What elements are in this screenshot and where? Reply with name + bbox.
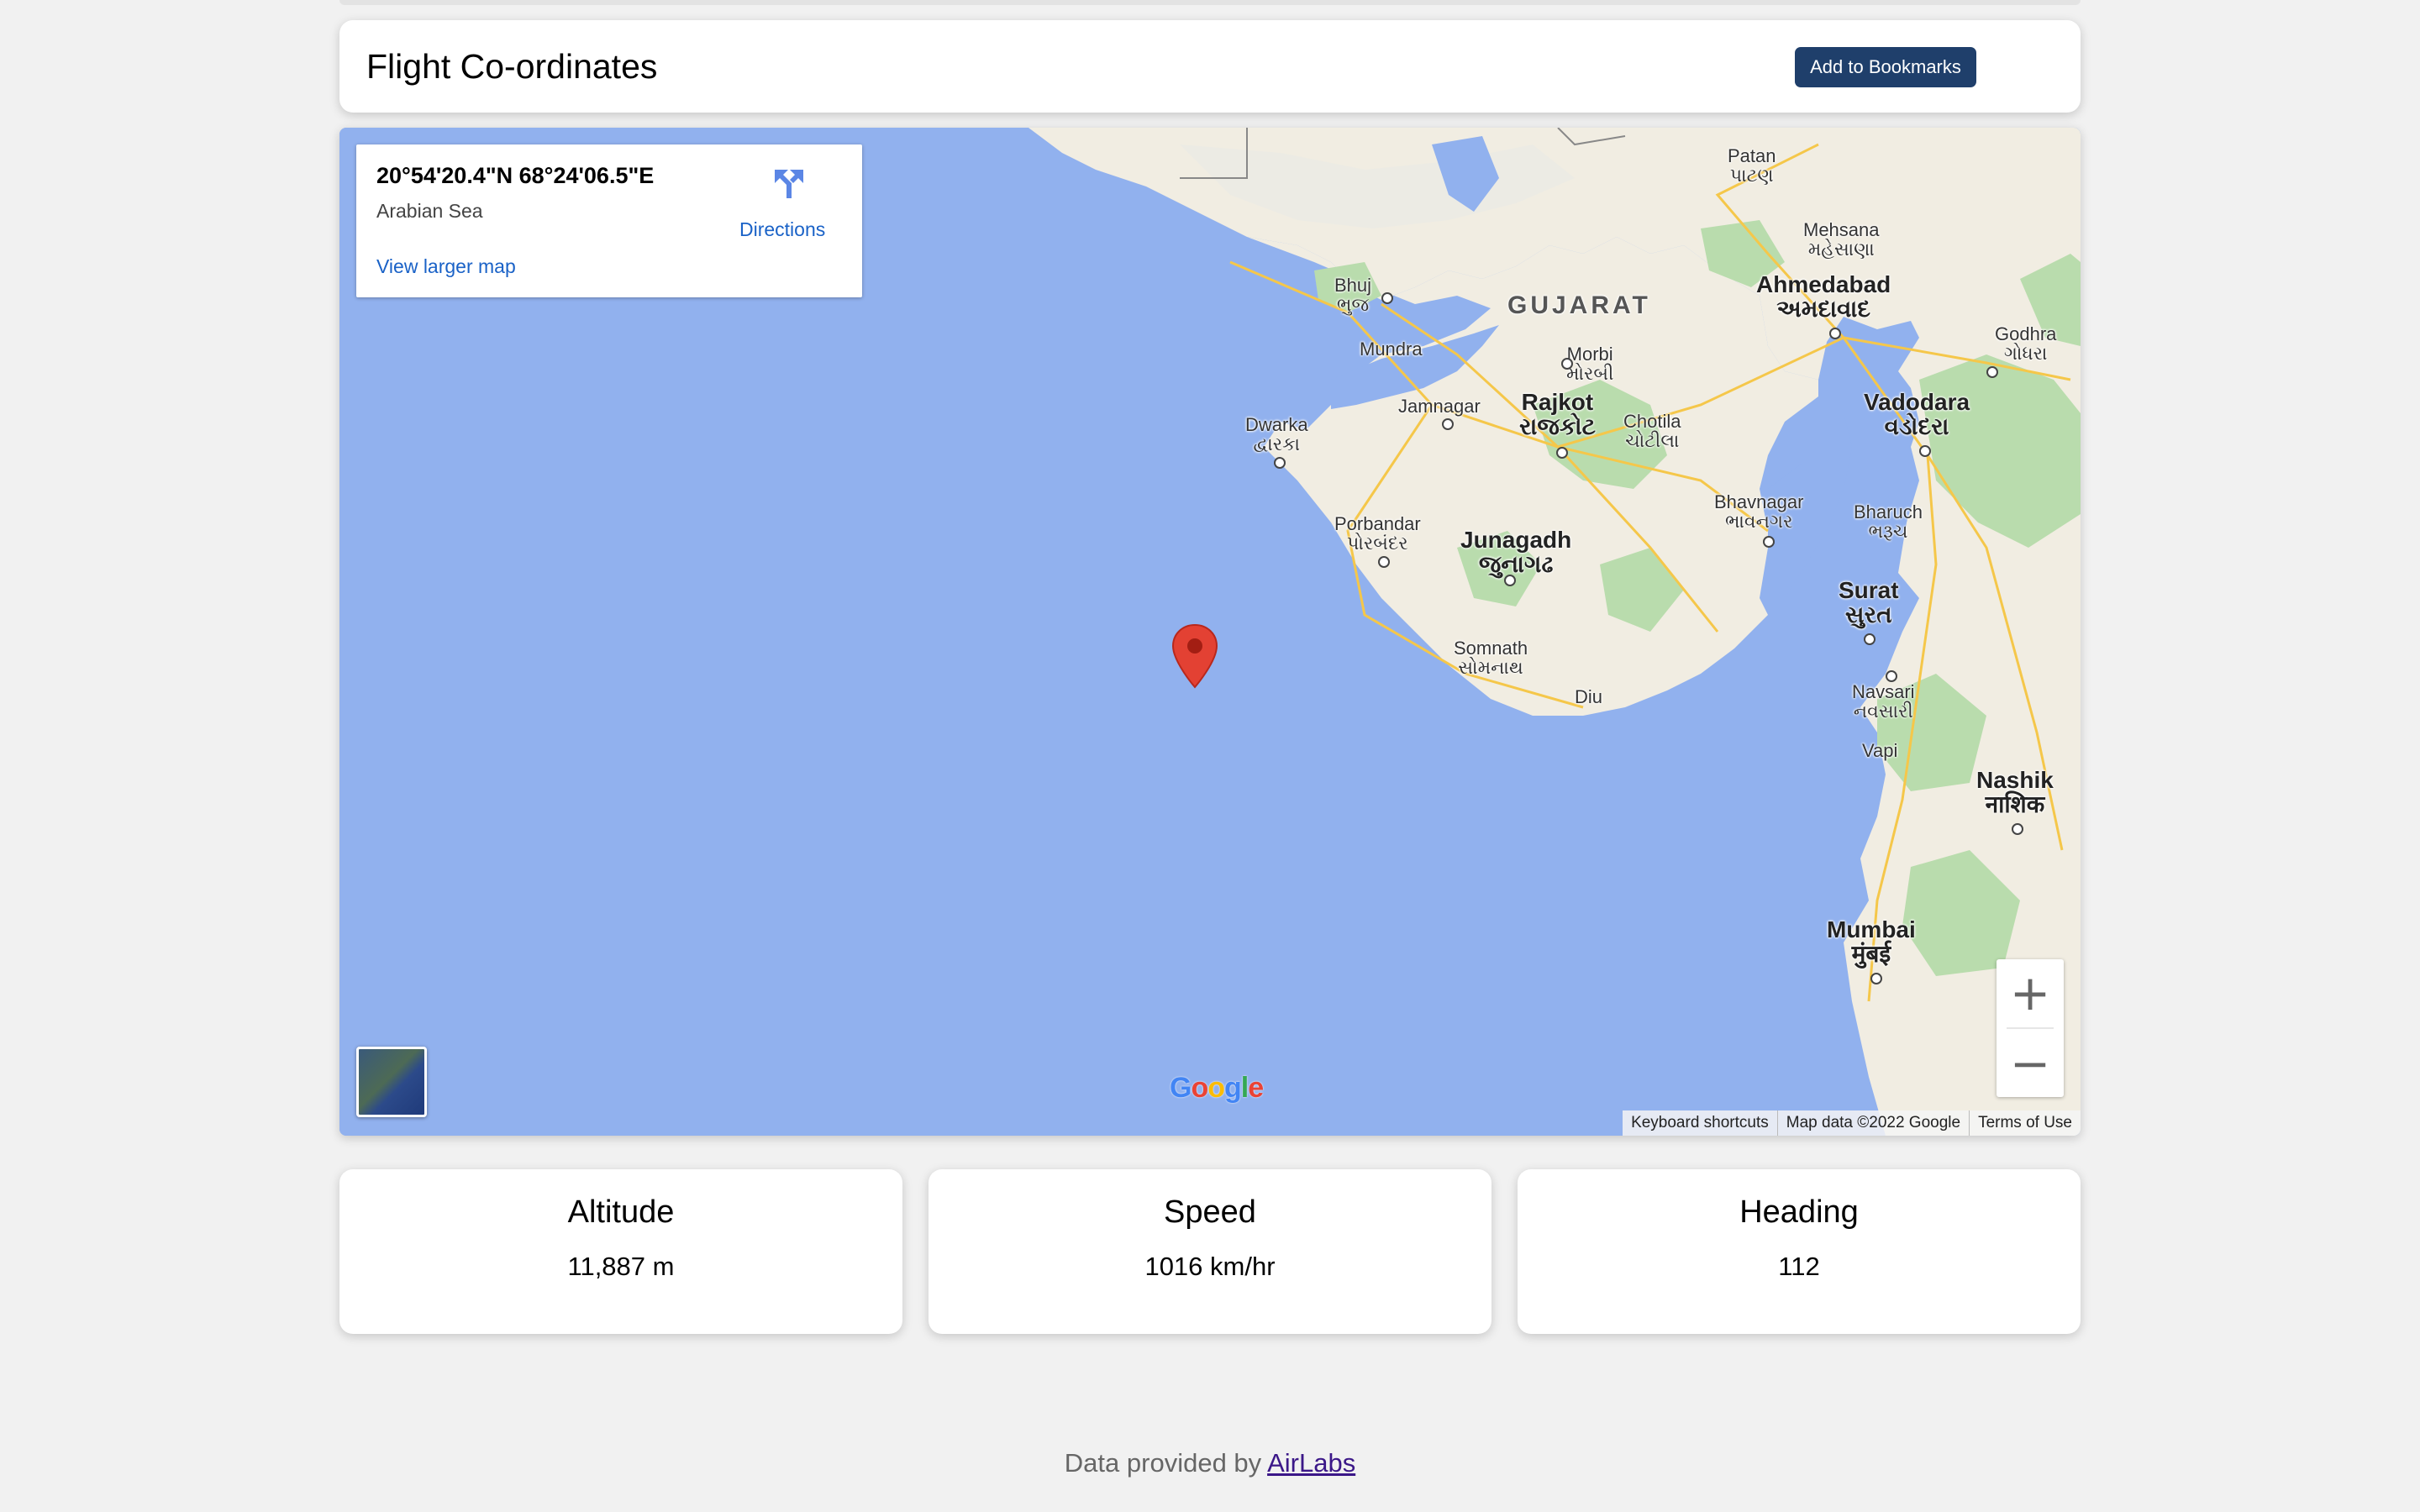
city-label-dwarka: Dwarka દ્વારકા xyxy=(1245,414,1308,455)
city-dot-surat xyxy=(1864,633,1876,645)
zoom-out-button[interactable]: − xyxy=(1996,1030,2064,1097)
city-label-mehsana: Mehsana મહેસાણા xyxy=(1803,219,1880,260)
city-label-vapi: Vapi xyxy=(1862,740,1898,761)
city-label-somnath: Somnath સોમનાથ xyxy=(1454,638,1528,679)
add-to-bookmarks-button[interactable]: Add to Bookmarks xyxy=(1795,47,1976,87)
city-dot-rajkot xyxy=(1556,447,1568,459)
city-dot-bhavnagar xyxy=(1763,536,1775,548)
city-label-mundra: Mundra xyxy=(1360,339,1423,360)
heading-title: Heading xyxy=(1739,1194,1859,1230)
city-label-ahmedabad: Ahmedabad અમદાવાદ xyxy=(1756,271,1891,323)
altitude-value: 11,887 m xyxy=(567,1252,675,1281)
city-dot-godhra xyxy=(1986,366,1998,378)
city-dot-mumbai xyxy=(1870,973,1882,984)
city-label-bharuch: Bharuch ભરૂચ xyxy=(1854,501,1923,543)
city-label-rajkot: Rajkot રાજકોટ xyxy=(1519,389,1596,440)
city-dot-jamnagar xyxy=(1442,418,1454,430)
city-dot-dwarka xyxy=(1274,457,1286,469)
footer-text: Data provided by xyxy=(1064,1448,1262,1478)
altitude-card: Altitude 11,887 m xyxy=(339,1169,902,1334)
city-dot-junagadh xyxy=(1504,575,1516,586)
city-label-godhra: Godhra ગોધરા xyxy=(1995,323,2057,365)
heading-value: 112 xyxy=(1778,1252,1820,1281)
map-attribution: Keyboard shortcuts Map data ©2022 Google… xyxy=(1623,1110,2081,1136)
header-card: Flight Co-ordinates Add to Bookmarks xyxy=(339,20,2081,113)
speed-value: 1016 km/hr xyxy=(1144,1252,1276,1281)
city-dot-porbandar xyxy=(1378,556,1390,568)
directions-icon[interactable] xyxy=(770,165,807,202)
footer: Data provided by AirLabs xyxy=(0,1448,2420,1478)
place-name: Arabian Sea xyxy=(376,200,483,222)
city-label-navsari: Navsari નવસારી xyxy=(1852,681,1915,722)
page-title: Flight Co-ordinates xyxy=(366,47,658,86)
directions-link[interactable]: Directions xyxy=(739,218,825,241)
zoom-in-button[interactable]: + xyxy=(1996,959,2064,1026)
map-info-box: 20°54'20.4"N 68°24'06.5"E Arabian Sea Vi… xyxy=(356,144,862,297)
speed-card: Speed 1016 km/hr xyxy=(929,1169,1491,1334)
location-pin-icon[interactable] xyxy=(1171,623,1218,689)
city-label-nashik: Nashik नाशिक xyxy=(1976,767,2054,818)
google-logo: Google xyxy=(1170,1072,1264,1104)
city-dot-morbi xyxy=(1561,358,1573,370)
state-label-gujarat: GUJARAT xyxy=(1507,291,1651,319)
city-dot-navsari xyxy=(1886,670,1897,682)
city-label-bhavnagar: Bhavnagar ભાવનગર xyxy=(1714,491,1804,533)
city-label-surat: Surat સુરત xyxy=(1839,577,1899,628)
city-label-chotila: Chotila ચોટીલા xyxy=(1623,411,1681,452)
coordinates-text: 20°54'20.4"N 68°24'06.5"E xyxy=(376,163,655,188)
map-data-text: Map data ©2022 Google xyxy=(1776,1110,1969,1136)
view-larger-map-link[interactable]: View larger map xyxy=(376,255,516,278)
zoom-separator xyxy=(2007,1027,2054,1029)
city-label-vadodara: Vadodara વડોદરા xyxy=(1864,389,1970,440)
city-label-morbi: Morbi મોરબી xyxy=(1566,344,1614,385)
city-dot-nashik xyxy=(2012,823,2023,835)
city-dot-bhuj xyxy=(1381,292,1393,304)
heading-card: Heading 112 xyxy=(1518,1169,2081,1334)
city-label-jamnagar: Jamnagar xyxy=(1398,396,1481,417)
airlabs-link[interactable]: AirLabs xyxy=(1267,1448,1355,1478)
map-embed[interactable]: Patan પાટણ Mehsana મહેસાણા Ahmedabad અમદાવા… xyxy=(339,128,2081,1136)
speed-title: Speed xyxy=(1164,1194,1256,1230)
city-dot-vadodara xyxy=(1919,445,1931,457)
keyboard-shortcuts-link[interactable]: Keyboard shortcuts xyxy=(1623,1110,1777,1136)
city-label-bhuj: Bhuj ભુજ xyxy=(1334,275,1372,316)
zoom-controls: + − xyxy=(1996,959,2064,1097)
top-strip xyxy=(339,0,2081,5)
city-dot-ahmedabad xyxy=(1829,328,1841,339)
terms-of-use-link[interactable]: Terms of Use xyxy=(1969,1110,2081,1136)
city-label-porbandar: Porbandar પોરબંદર xyxy=(1334,513,1421,554)
city-label-patan: Patan પાટણ xyxy=(1728,145,1776,186)
altitude-title: Altitude xyxy=(567,1194,675,1230)
city-label-junagadh: Junagadh જુનાગઢ xyxy=(1460,527,1572,578)
city-label-diu: Diu xyxy=(1575,686,1603,707)
satellite-toggle[interactable] xyxy=(356,1047,427,1117)
city-label-mumbai: Mumbai मुंबई xyxy=(1827,916,1916,968)
